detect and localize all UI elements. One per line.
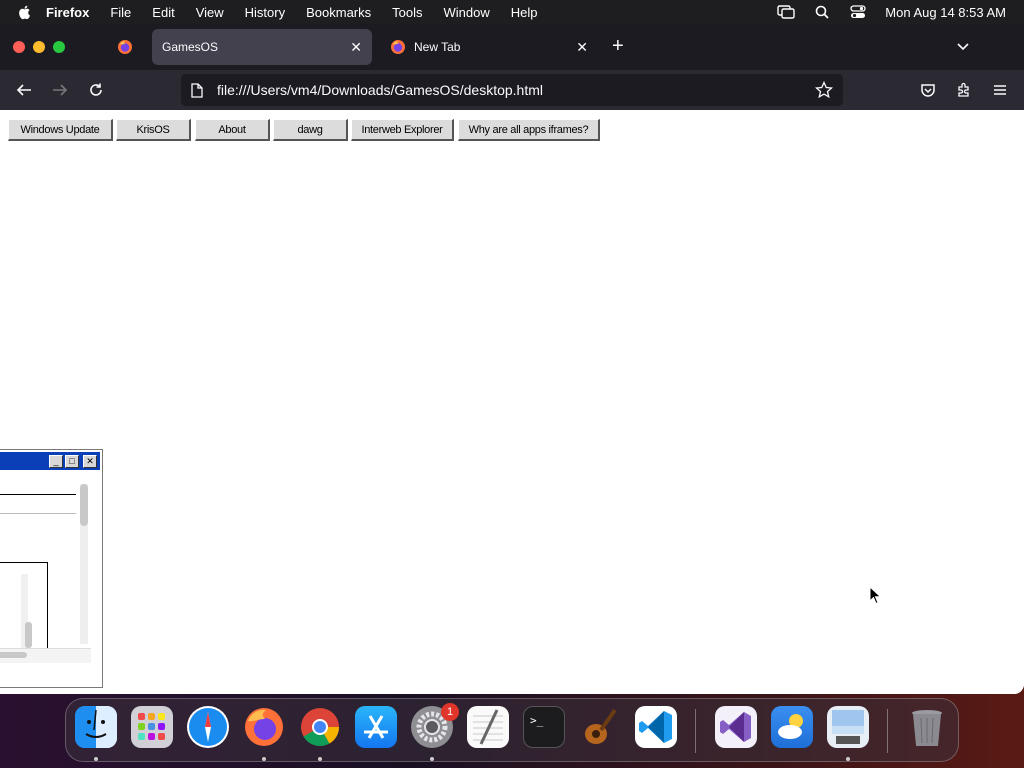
url-text: file:///Users/vm4/Downloads/GamesOS/desk… <box>217 82 544 98</box>
apple-logo-icon[interactable] <box>16 3 34 21</box>
close-tab-icon[interactable]: ✕ <box>350 39 362 56</box>
why-iframes-button[interactable]: Why are all apps iframes? <box>458 119 600 141</box>
divider <box>0 494 76 495</box>
puzzle-piece-icon <box>958 82 969 97</box>
running-indicator <box>262 757 266 761</box>
dock-separator <box>695 709 696 753</box>
visual-studio-dock-icon[interactable] <box>715 706 757 748</box>
extensions-button[interactable] <box>954 80 974 100</box>
navigation-toolbar: file:///Users/vm4/Downloads/GamesOS/desk… <box>0 70 1024 110</box>
about-button[interactable]: About <box>195 119 270 141</box>
preview-dock-icon[interactable] <box>827 706 869 748</box>
reload-button[interactable] <box>86 80 106 100</box>
tab-title: New Tab <box>414 40 461 54</box>
reload-icon <box>90 83 102 96</box>
terminal-dock-icon[interactable]: >_ <box>523 706 565 748</box>
inner-scrollbar-thumb[interactable] <box>25 622 32 648</box>
macos-dock: 1 >_ <box>65 698 959 762</box>
list-all-tabs-chevron-icon[interactable] <box>956 40 970 54</box>
close-window-button[interactable] <box>13 41 25 53</box>
divider <box>0 513 76 514</box>
spotlight-search-icon[interactable] <box>813 4 831 20</box>
new-tab-button[interactable]: + <box>612 36 624 56</box>
page-content: Windows Update KrisOS About dawg Interwe… <box>0 110 1024 694</box>
vertical-scrollbar-thumb[interactable] <box>80 484 88 526</box>
menu-history[interactable]: History <box>245 5 285 20</box>
safari-dock-icon[interactable] <box>187 706 229 748</box>
notification-badge: 1 <box>441 703 459 721</box>
krisos-button[interactable]: KrisOS <box>116 119 191 141</box>
minimize-icon[interactable]: _ <box>49 455 63 468</box>
menu-view[interactable]: View <box>196 5 224 20</box>
textedit-dock-icon[interactable] <box>467 706 509 748</box>
mouse-pointer-icon <box>869 586 882 605</box>
url-bar[interactable]: file:///Users/vm4/Downloads/GamesOS/desk… <box>181 74 843 106</box>
menu-file[interactable]: File <box>110 5 131 20</box>
retro-app-window[interactable]: _ □ ✕ <box>0 449 103 688</box>
app-store-dock-icon[interactable] <box>355 706 397 748</box>
vscode-dock-icon[interactable] <box>635 706 677 748</box>
minimize-window-button[interactable] <box>33 41 45 53</box>
close-tab-icon[interactable]: ✕ <box>576 39 588 56</box>
running-indicator <box>846 757 850 761</box>
firefox-window: GamesOS ✕ New Tab ✕ + file:///Users/vm4/… <box>0 24 1024 694</box>
tab-gamesos[interactable]: GamesOS ✕ <box>152 29 372 65</box>
menu-app-name[interactable]: Firefox <box>46 5 89 20</box>
garageband-dock-icon[interactable] <box>579 706 621 748</box>
hamburger-menu-icon <box>994 85 1006 95</box>
forward-button[interactable] <box>50 80 70 100</box>
firefox-icon <box>391 40 405 54</box>
menu-edit[interactable]: Edit <box>152 5 174 20</box>
finder-dock-icon[interactable] <box>75 706 117 748</box>
arrow-left-icon <box>16 84 31 96</box>
retro-window-titlebar[interactable]: _ □ ✕ <box>0 452 100 470</box>
close-icon[interactable]: ✕ <box>83 455 97 468</box>
menubar-clock[interactable]: Mon Aug 14 8:53 AM <box>885 5 1006 20</box>
back-button[interactable] <box>14 80 34 100</box>
menu-window[interactable]: Window <box>444 5 490 20</box>
menu-tools[interactable]: Tools <box>392 5 422 20</box>
pocket-icon <box>921 84 935 97</box>
running-indicator <box>94 757 98 761</box>
pocket-button[interactable] <box>918 80 938 100</box>
arrow-right-icon <box>53 84 68 96</box>
launchpad-dock-icon[interactable] <box>131 706 173 748</box>
menu-bookmarks[interactable]: Bookmarks <box>306 5 371 20</box>
control-center-icon[interactable] <box>849 4 867 20</box>
dawg-button[interactable]: dawg <box>273 119 348 141</box>
menu-help[interactable]: Help <box>511 5 538 20</box>
weather-dock-icon[interactable] <box>771 706 813 748</box>
svg-text:>_: >_ <box>530 714 544 727</box>
tab-new-tab[interactable]: New Tab ✕ <box>378 29 598 65</box>
horizontal-scrollbar-thumb[interactable] <box>0 652 27 658</box>
zoom-window-button[interactable] <box>53 41 65 53</box>
firefox-dock-icon[interactable] <box>243 706 285 748</box>
firefox-view-icon[interactable] <box>117 39 133 55</box>
bookmark-star-icon[interactable] <box>815 81 833 99</box>
trash-dock-icon[interactable] <box>906 706 948 748</box>
maximize-icon[interactable]: □ <box>65 455 79 468</box>
chrome-dock-icon[interactable] <box>299 706 341 748</box>
screen-mirroring-icon[interactable] <box>777 4 795 20</box>
macos-menubar: Firefox File Edit View History Bookmarks… <box>0 0 1024 24</box>
interweb-explorer-button[interactable]: Interweb Explorer <box>351 119 454 141</box>
app-menu-button[interactable] <box>990 80 1010 100</box>
windows-update-button[interactable]: Windows Update <box>8 119 113 141</box>
running-indicator <box>318 757 322 761</box>
running-indicator <box>430 757 434 761</box>
page-icon <box>191 82 203 98</box>
tab-bar: GamesOS ✕ New Tab ✕ + <box>0 24 1024 70</box>
tab-title: GamesOS <box>162 40 219 54</box>
dock-separator <box>887 709 888 753</box>
